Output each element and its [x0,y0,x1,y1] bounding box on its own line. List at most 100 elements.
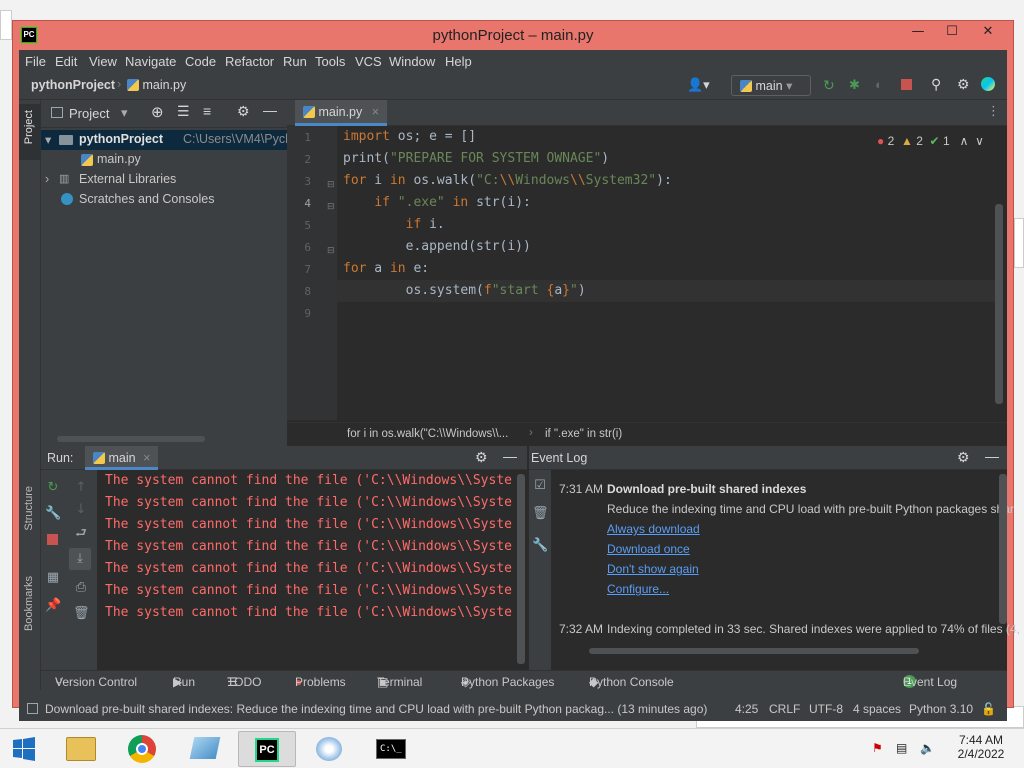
python-interpreter[interactable]: Python 3.10 [909,702,973,716]
arrow-up-icon[interactable]: ↑ [73,480,89,496]
clock[interactable]: 7:44 AM 2/4/2022 [946,733,1016,761]
menu-refactor[interactable]: Refactor [225,54,274,69]
menu-code[interactable]: Code [185,54,216,69]
hide-icon[interactable]: — [263,102,277,118]
tree-item-scratches[interactable]: Scratches and Consoles [41,190,287,210]
close-button[interactable]: ✕ [971,21,1005,43]
chevron-down-icon[interactable]: ▾ [121,105,128,121]
close-tab-icon[interactable]: × [143,451,150,465]
gear-icon[interactable]: ⚙ [957,76,970,93]
menu-view[interactable]: View [89,54,117,69]
gear-icon[interactable]: ⚙ [957,449,970,466]
run-output[interactable]: The system cannot find the file ('C:\\Wi… [105,470,523,670]
taskbar-pycharm[interactable]: PC [238,731,296,767]
stop-icon[interactable] [47,534,58,545]
chevron-up-icon[interactable]: ∧ [960,134,969,148]
breadcrumb-if[interactable]: if ".exe" in str(i) [545,428,622,440]
debug-icon[interactable]: ✱ [849,77,860,93]
pin-icon[interactable]: 📌 [45,598,61,614]
layout-icon[interactable]: ▦ [45,570,61,586]
menu-window[interactable]: Window [389,54,435,69]
breadcrumb-project[interactable]: pythonProject [31,78,115,92]
vertical-scrollbar[interactable] [999,474,1007,624]
trash-icon[interactable]: 🗑 [532,506,549,522]
breadcrumb-file[interactable]: main.py [127,78,186,92]
network-icon[interactable]: ▤ [896,741,907,755]
locate-icon[interactable]: ⊕ [151,103,164,121]
taskbar-file-explorer[interactable] [52,731,110,767]
lock-icon[interactable]: 🔓 [981,702,996,716]
menu-file[interactable]: File [25,54,46,69]
configure-link[interactable]: Configure... [607,582,669,596]
user-icon[interactable]: 👤▾ [687,77,710,93]
fold-icon[interactable]: ⊟ [327,246,335,256]
print-icon[interactable]: ⎙ [73,580,89,596]
trash-icon[interactable]: 🗑 [73,606,90,622]
menu-help[interactable]: Help [445,54,472,69]
menu-run[interactable]: Run [283,54,307,69]
vertical-scrollbar[interactable] [995,204,1003,404]
run-config-selector[interactable]: main ▾ [731,75,811,96]
horizontal-scrollbar[interactable] [57,436,205,442]
volume-icon[interactable]: 🔈 [920,741,935,755]
always-download-link[interactable]: Always download [607,522,700,536]
gear-icon[interactable]: ⚙ [475,449,488,466]
chevron-down-icon[interactable]: ∨ [975,134,984,148]
line-separator[interactable]: CRLF [769,702,800,716]
wrench-icon[interactable]: 🔧 [45,506,61,522]
structure-tool-tab[interactable]: Structure [23,486,35,531]
collapse-all-icon[interactable]: ≡ [203,103,211,119]
hide-icon[interactable]: — [985,448,999,464]
more-options-icon[interactable]: ⋮ [987,104,1000,119]
dont-show-again-link[interactable]: Don't show again [607,562,699,576]
code-area[interactable]: import os; e = [] print("PREPARE FOR SYS… [343,126,1003,420]
toggle-tool-windows-icon[interactable] [27,703,38,714]
menu-edit[interactable]: Edit [55,54,77,69]
gear-icon[interactable]: ⚙ [237,103,250,120]
menu-tools[interactable]: Tools [315,54,345,69]
search-icon[interactable]: ⚲ [931,76,941,93]
arrow-down-icon[interactable]: ↓ [73,502,89,518]
fold-icon[interactable]: ⊟ [327,180,335,190]
taskbar-cmd[interactable]: C:\_ [362,731,420,767]
tree-item-main-py[interactable]: main.py [41,150,287,170]
inspection-widget[interactable]: ● 2 ▲ 2 ✔ 1 ∧ ∨ [877,134,984,148]
chevron-right-icon[interactable]: › [45,172,49,186]
taskbar-media[interactable] [300,731,358,767]
rerun-icon[interactable]: ↻ [823,77,835,94]
soft-wrap-icon[interactable]: ⮐ [73,526,89,542]
jetbrains-icon[interactable] [981,77,995,91]
wrench-icon[interactable]: 🔧 [532,538,548,554]
tree-item-project-root[interactable]: ▾ pythonProject C:\Users\VM4\Pycharm [41,130,314,150]
horizontal-scrollbar[interactable] [589,648,919,654]
tab-main-py[interactable]: main.py × [295,100,388,126]
flag-icon[interactable]: ⚑ [872,741,883,755]
coverage-icon[interactable]: ◐ [875,77,883,92]
tree-item-external-libraries[interactable]: › ▥ External Libraries [41,170,287,190]
stop-icon[interactable] [901,79,912,90]
taskbar-chrome[interactable] [114,731,172,767]
maximize-button[interactable]: ☐ [935,21,969,43]
project-view-label[interactable]: Project [69,106,109,121]
taskbar-app[interactable] [176,731,234,767]
bookmarks-tool-tab[interactable]: Bookmarks [23,576,35,631]
file-encoding[interactable]: UTF-8 [809,702,843,716]
scroll-to-end-icon[interactable]: ⤓ [69,548,91,570]
expand-all-icon[interactable]: ☰ [177,103,190,120]
menu-navigate[interactable]: Navigate [125,54,176,69]
status-message[interactable]: Download pre-built shared indexes: Reduc… [45,702,707,716]
mark-read-icon[interactable]: ☑ [532,478,548,494]
chevron-down-icon[interactable]: ▾ [45,132,51,147]
download-once-link[interactable]: Download once [607,542,690,556]
minimize-button[interactable]: — [901,21,935,43]
fold-icon[interactable]: ⊟ [327,202,335,212]
menu-vcs[interactable]: VCS [355,54,382,69]
indent-setting[interactable]: 4 spaces [853,702,901,716]
project-tool-tab[interactable]: Project [23,110,35,144]
title-bar[interactable]: PC pythonProject – main.py — ☐ ✕ [13,21,1013,50]
close-tab-icon[interactable]: × [372,105,379,119]
hide-icon[interactable]: — [503,448,517,464]
run-tab-main[interactable]: main × [85,446,159,470]
breadcrumb-for[interactable]: for i in os.walk("C:\\Windows\\... [347,428,508,440]
rerun-icon[interactable]: ↻ [45,480,61,496]
